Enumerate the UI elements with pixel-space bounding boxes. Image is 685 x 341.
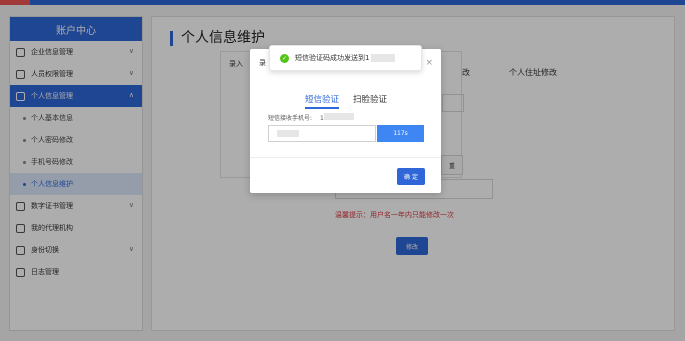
redaction-mask [371,54,396,62]
phone-number: 1 [320,113,354,122]
toast-text: 短信验证码成功发送到1 [295,54,370,62]
check-icon: ✓ [280,53,289,63]
verification-tabs: 短信验证 扫脸验证 [305,93,387,109]
phone-row: 短信接收手机号: 1 [268,113,354,122]
redaction-mask [277,130,299,137]
divider [250,157,441,158]
phone-label: 短信接收手机号: [268,115,313,122]
tab-sms[interactable]: 短信验证 [305,93,340,109]
countdown-button[interactable]: 117s [377,125,424,142]
close-icon[interactable]: × [425,58,433,68]
redaction-mask [323,113,354,120]
toast-message: ✓ 短信验证码成功发送到1 [269,45,422,71]
tab-face[interactable]: 扫脸验证 [353,93,387,109]
confirm-button[interactable]: 确 定 [397,168,425,185]
modal-title: 录 [259,59,266,67]
code-input[interactable] [268,125,376,142]
